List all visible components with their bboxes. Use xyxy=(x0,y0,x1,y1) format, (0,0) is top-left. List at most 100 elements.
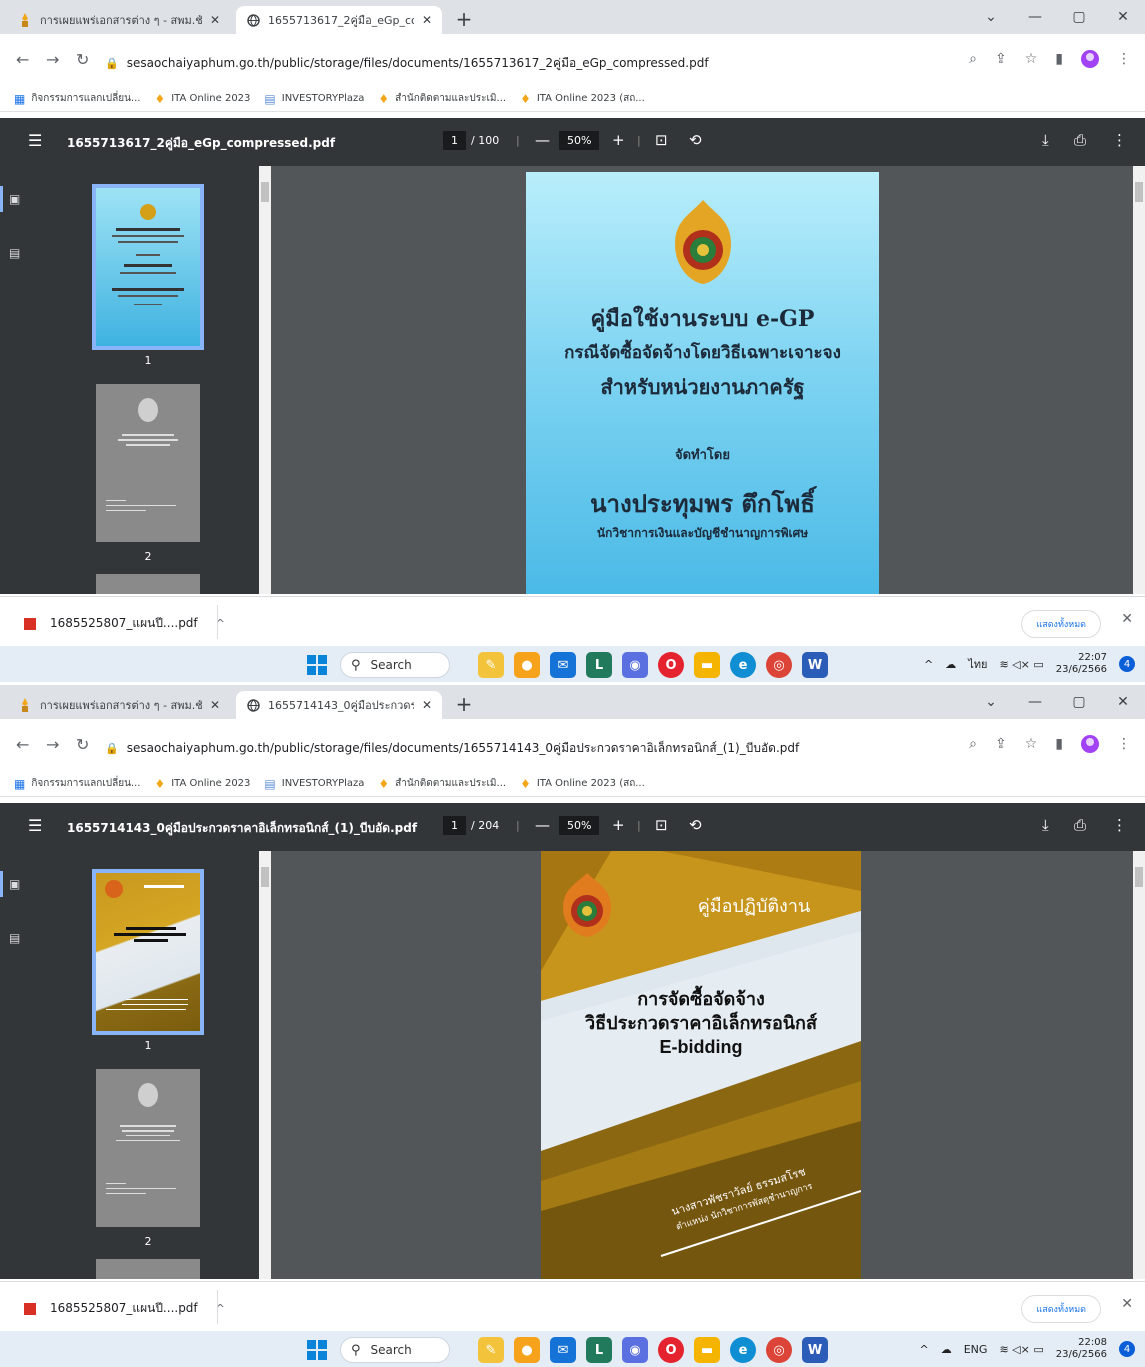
clock[interactable]: 22:07 23/6/2566 xyxy=(1056,652,1107,676)
page-number-input[interactable]: 1 xyxy=(443,816,466,835)
more-icon[interactable]: ⋮ xyxy=(1117,736,1131,752)
thumbnails-icon[interactable]: ▣ xyxy=(9,192,20,206)
mail-icon[interactable]: ✉ xyxy=(550,1337,576,1363)
wifi-volume-battery-icon[interactable]: ≋ ◁× ▭ xyxy=(999,1343,1043,1356)
back-icon[interactable]: ← xyxy=(16,50,29,69)
outline-icon[interactable]: ▤ xyxy=(9,246,20,260)
taskbar-search[interactable]: ⚲ Search xyxy=(340,1337,450,1363)
notification-badge[interactable]: 4 xyxy=(1119,1341,1135,1357)
tab-document-list[interactable]: การเผยแพร่เอกสารต่าง ๆ - สพม.ชัยภ ✕ xyxy=(8,6,230,34)
show-all-button[interactable]: แสดงทั้งหมด xyxy=(1021,610,1101,638)
chatgpt-icon[interactable]: ◉ xyxy=(622,652,648,678)
minimize-icon[interactable]: — xyxy=(1013,6,1057,28)
bookmark-item[interactable]: ▦ กิจกรรมการแลกเปลี่ยน... xyxy=(14,776,140,791)
minimize-icon[interactable]: — xyxy=(1013,691,1057,713)
thumbnail-page-1[interactable]: 1 xyxy=(92,869,204,1052)
download-item[interactable]: 1685525807_แผนปี....pdf ^ xyxy=(24,1299,225,1318)
outline-icon[interactable]: ▤ xyxy=(9,931,20,945)
thumbnail-page-2[interactable]: 2 xyxy=(96,1069,200,1248)
star-icon[interactable]: ☆ xyxy=(1025,736,1038,752)
cloud-icon[interactable]: ☁ xyxy=(945,658,956,671)
fit-page-icon[interactable]: ⊡ xyxy=(655,816,668,834)
zoom-input[interactable]: 50% xyxy=(559,816,600,835)
forward-icon[interactable]: → xyxy=(46,50,59,69)
chatgpt-icon[interactable]: ◉ xyxy=(622,1337,648,1363)
profile-avatar[interactable] xyxy=(1081,735,1099,753)
thumbnail-page-2[interactable]: 2 xyxy=(96,384,200,563)
close-icon[interactable]: ✕ xyxy=(1121,1296,1133,1312)
side-panel-icon[interactable]: ▮ xyxy=(1055,736,1063,752)
star-icon[interactable]: ☆ xyxy=(1025,51,1038,67)
thumbnail-scrollbar[interactable] xyxy=(259,166,271,594)
torch-app-icon[interactable]: ● xyxy=(514,652,540,678)
zoom-out-icon[interactable]: — xyxy=(535,131,550,149)
chrome-icon[interactable]: ◎ xyxy=(766,1337,792,1363)
restore-icon[interactable]: ▢ xyxy=(1057,6,1101,28)
zoom-input[interactable]: 50% xyxy=(559,131,600,150)
thumbnail-page-1[interactable]: 1 xyxy=(92,184,204,367)
word-icon[interactable]: W xyxy=(802,652,828,678)
file-explorer-icon[interactable]: ▬ xyxy=(694,652,720,678)
close-tab-icon[interactable]: ✕ xyxy=(422,698,432,712)
more-icon[interactable]: ⋮ xyxy=(1112,131,1127,149)
file-explorer-icon[interactable]: ▬ xyxy=(694,1337,720,1363)
zoom-icon[interactable]: ⌕ xyxy=(969,736,977,752)
wifi-volume-battery-icon[interactable]: ≋ ◁× ▭ xyxy=(999,658,1043,671)
page-number-input[interactable]: 1 xyxy=(443,131,466,150)
close-window-icon[interactable]: ✕ xyxy=(1101,691,1145,713)
restore-icon[interactable]: ▢ xyxy=(1057,691,1101,713)
line-app-icon[interactable]: L xyxy=(586,652,612,678)
side-panel-icon[interactable]: ▮ xyxy=(1055,51,1063,67)
close-tab-icon[interactable]: ✕ xyxy=(422,13,432,27)
bookmark-item[interactable]: ♦ สำนักติดตามและประเมิ... xyxy=(378,776,506,791)
opera-icon[interactable]: O xyxy=(658,1337,684,1363)
bookmark-item[interactable]: ▤ INVESTORYPlaza xyxy=(264,92,364,106)
address-bar[interactable]: 🔒 sesaochaiyaphum.go.th/public/storage/f… xyxy=(105,54,709,73)
edge-icon[interactable]: e xyxy=(730,1337,756,1363)
rotate-icon[interactable]: ⟲ xyxy=(689,816,702,834)
reload-icon[interactable]: ↻ xyxy=(76,735,89,754)
bookmark-item[interactable]: ▤ INVESTORYPlaza xyxy=(264,777,364,791)
chevron-down-icon[interactable]: ⌄ xyxy=(969,6,1013,28)
chevron-down-icon[interactable]: ⌄ xyxy=(969,691,1013,713)
menu-icon[interactable]: ☰ xyxy=(28,816,42,835)
windows-start-icon[interactable] xyxy=(307,655,327,675)
input-language[interactable]: ENG xyxy=(964,1343,988,1356)
print-icon[interactable]: ⎙ xyxy=(1074,131,1086,149)
more-icon[interactable]: ⋮ xyxy=(1112,816,1127,834)
close-tab-icon[interactable]: ✕ xyxy=(210,13,220,27)
photos-app-icon[interactable]: ✎ xyxy=(478,1337,504,1363)
line-app-icon[interactable]: L xyxy=(586,1337,612,1363)
bookmark-item[interactable]: ♦ ITA Online 2023 (สถ... xyxy=(520,776,645,791)
cloud-icon[interactable]: ☁ xyxy=(941,1343,952,1356)
word-icon[interactable]: W xyxy=(802,1337,828,1363)
bookmark-item[interactable]: ♦ ITA Online 2023 (สถ... xyxy=(520,91,645,106)
download-icon[interactable]: ⤓ xyxy=(1042,131,1049,149)
tab-pdf[interactable]: 1655713617_2คู่มือ_eGp_compre ✕ xyxy=(236,6,442,34)
thumbnails-icon[interactable]: ▣ xyxy=(9,877,20,891)
new-tab-button[interactable]: + xyxy=(452,694,476,716)
profile-avatar[interactable] xyxy=(1081,50,1099,68)
windows-start-icon[interactable] xyxy=(307,1340,327,1360)
zoom-in-icon[interactable]: + xyxy=(612,131,625,149)
forward-icon[interactable]: → xyxy=(46,735,59,754)
download-item[interactable]: 1685525807_แผนปี....pdf ^ xyxy=(24,614,225,633)
show-all-button[interactable]: แสดงทั้งหมด xyxy=(1021,1295,1101,1323)
mail-icon[interactable]: ✉ xyxy=(550,652,576,678)
close-tab-icon[interactable]: ✕ xyxy=(210,698,220,712)
viewer-scrollbar[interactable] xyxy=(1133,851,1145,1279)
download-icon[interactable]: ⤓ xyxy=(1042,816,1049,834)
opera-icon[interactable]: O xyxy=(658,652,684,678)
photos-app-icon[interactable]: ✎ xyxy=(478,652,504,678)
share-icon[interactable]: ⇪ xyxy=(995,736,1007,752)
tab-pdf[interactable]: 1655714143_0คู่มือประกวดราคาอิเ ✕ xyxy=(236,691,442,719)
notification-badge[interactable]: 4 xyxy=(1119,656,1135,672)
reload-icon[interactable]: ↻ xyxy=(76,50,89,69)
chrome-icon[interactable]: ◎ xyxy=(766,652,792,678)
close-window-icon[interactable]: ✕ xyxy=(1101,6,1145,28)
input-language[interactable]: ไทย xyxy=(968,655,987,673)
back-icon[interactable]: ← xyxy=(16,735,29,754)
bookmark-item[interactable]: ▦ กิจกรรมการแลกเปลี่ยน... xyxy=(14,91,140,106)
thumbnail-scrollbar[interactable] xyxy=(259,851,271,1279)
thumbnail-page-3[interactable] xyxy=(96,1259,200,1279)
